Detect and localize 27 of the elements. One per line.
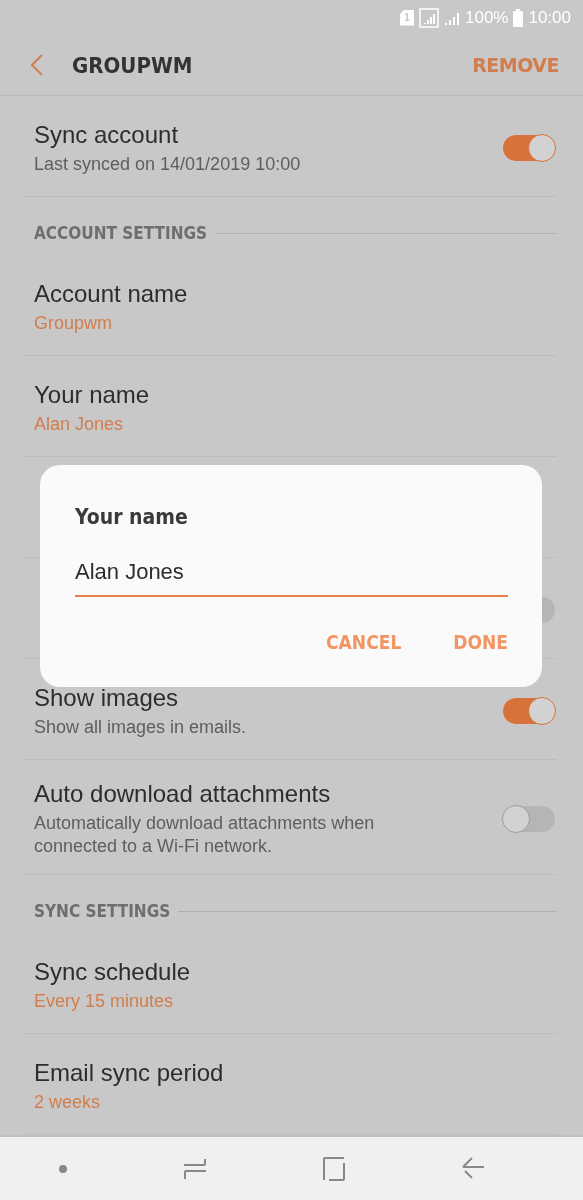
setting-title[interactable]: Email sync period — [34, 1058, 557, 1087]
setting-description: Last synced on 14/01/2019 10:00 — [34, 152, 302, 176]
setting-value: Alan Jones — [34, 412, 125, 436]
section-header: SYNC SETTINGS — [34, 901, 171, 922]
dialog-title: Your name — [75, 505, 189, 529]
setting-value: 2 weeks — [34, 1090, 102, 1114]
name-input-field[interactable]: Alan Jones — [75, 555, 508, 597]
toggle-switch[interactable] — [503, 135, 555, 162]
toggle-switch[interactable] — [503, 698, 555, 725]
setting-description: Automatically download attachments when connected to a Wi-Fi network. — [34, 812, 376, 859]
home-icon[interactable] — [322, 1155, 347, 1182]
section-header: ACCOUNT SETTINGS — [34, 223, 208, 244]
toggle-switch[interactable] — [503, 806, 555, 833]
account-title: GROUPWM — [72, 52, 194, 78]
battery-icon — [513, 8, 524, 27]
setting-title[interactable]: Auto download attachments — [34, 780, 503, 809]
dot-icon[interactable] — [57, 1163, 68, 1174]
setting-title[interactable]: Account name — [34, 279, 557, 308]
setting-title[interactable]: Your name — [34, 380, 557, 409]
setting-title[interactable]: Show images — [34, 683, 503, 712]
setting-title[interactable]: Sync account — [34, 120, 503, 149]
setting-value: Every 15 minutes — [34, 989, 175, 1013]
back-icon[interactable] — [30, 53, 44, 78]
setting-description: Show all images in emails. — [34, 715, 248, 739]
setting-title[interactable]: Sync schedule — [34, 957, 557, 986]
signal-icon — [418, 7, 439, 28]
setting-value: Groupwm — [34, 311, 114, 335]
